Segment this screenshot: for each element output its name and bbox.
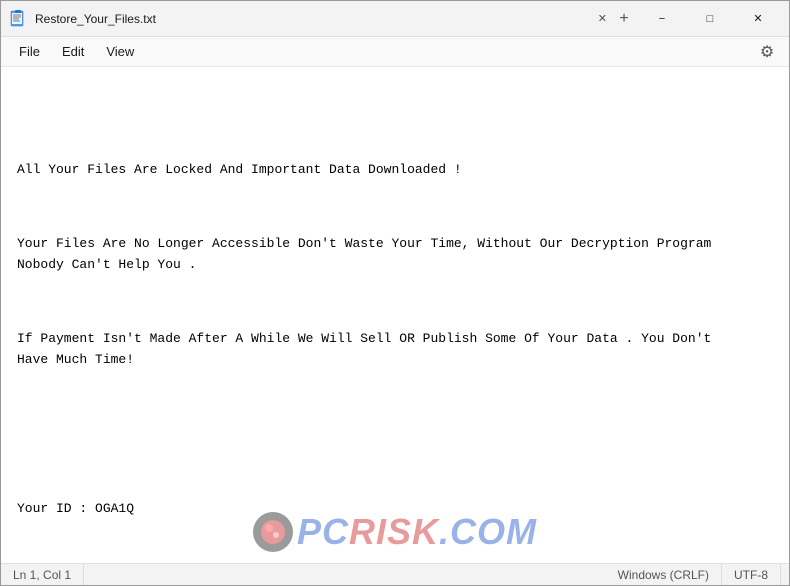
status-position: Ln 1, Col 1 — [9, 564, 84, 585]
menu-edit[interactable]: Edit — [52, 40, 94, 63]
maximize-button[interactable]: □ — [687, 3, 733, 35]
menu-view[interactable]: View — [96, 40, 144, 63]
line-blank-1 — [17, 424, 773, 445]
title-bar: Restore_Your_Files.txt ✕ + − □ ✕ — [1, 1, 789, 37]
line-2: Your Files Are No Longer Accessible Don'… — [17, 234, 773, 276]
close-button[interactable]: ✕ — [735, 3, 781, 35]
line-id: Your ID : OGA1Q — [17, 499, 773, 520]
notepad-icon — [9, 10, 27, 28]
text-editor[interactable]: All Your Files Are Locked And Important … — [1, 67, 789, 563]
content-area: All Your Files Are Locked And Important … — [1, 67, 789, 563]
window-controls: − □ ✕ — [639, 3, 781, 35]
menu-file[interactable]: File — [9, 40, 50, 63]
minimize-button[interactable]: − — [639, 3, 685, 35]
main-window: Restore_Your_Files.txt ✕ + − □ ✕ File Ed… — [0, 0, 790, 586]
tab-close-icon[interactable]: ✕ — [596, 12, 609, 25]
menu-bar: File Edit View ⚙ — [1, 37, 789, 67]
settings-icon[interactable]: ⚙ — [753, 38, 781, 66]
status-bar: Ln 1, Col 1 Windows (CRLF) UTF-8 — [1, 563, 789, 585]
file-content: All Your Files Are Locked And Important … — [17, 118, 773, 563]
line-1: All Your Files Are Locked And Important … — [17, 160, 773, 181]
window-title: Restore_Your_Files.txt — [35, 12, 596, 26]
new-tab-button[interactable]: + — [609, 5, 639, 33]
status-charset: UTF-8 — [722, 564, 781, 585]
line-3: If Payment Isn't Made After A While We W… — [17, 329, 773, 371]
status-encoding: Windows (CRLF) — [606, 564, 722, 585]
